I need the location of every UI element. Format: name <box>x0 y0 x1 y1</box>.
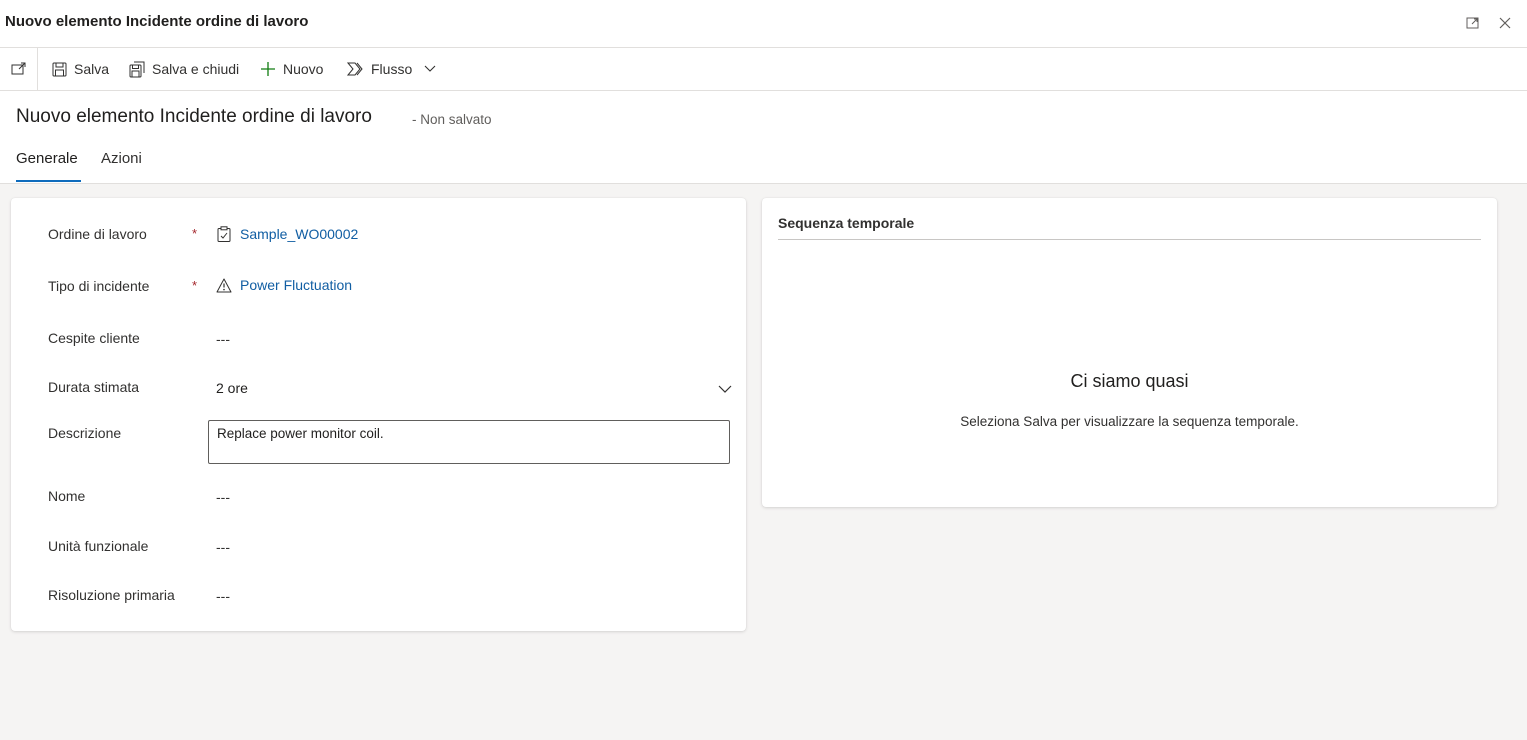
timeline-empty-text: Seleziona Salva per visualizzare la sequ… <box>960 414 1299 429</box>
functional-location-value[interactable]: --- <box>216 539 230 555</box>
title-bar: Nuovo elemento Incidente ordine di lavor… <box>0 0 1527 48</box>
save-close-icon <box>128 60 146 78</box>
required-indicator: * <box>192 226 198 241</box>
timeline-heading: Sequenza temporale <box>778 215 915 231</box>
plus-icon <box>259 60 277 78</box>
field-label-name: Nome <box>48 488 86 504</box>
save-label: Salva <box>74 61 110 77</box>
window-title: Nuovo elemento Incidente ordine di lavor… <box>5 13 309 30</box>
tab-generale[interactable]: Generale <box>16 150 78 167</box>
timeline-section: Sequenza temporale Ci siamo quasi Selezi… <box>762 198 1497 507</box>
close-icon[interactable] <box>1496 14 1514 32</box>
expand-icon[interactable] <box>1464 14 1482 32</box>
field-label-incident-type: Tipo di incidente <box>48 278 150 294</box>
chevron-down-icon[interactable] <box>424 65 436 73</box>
active-tab-indicator <box>16 180 81 182</box>
chevron-down-icon <box>718 381 732 397</box>
flow-icon <box>347 60 365 78</box>
save-and-close-label: Salva e chiudi <box>152 61 240 77</box>
work-order-lookup[interactable]: Sample_WO00002 <box>216 226 358 242</box>
primary-resolution-value[interactable]: --- <box>216 588 230 604</box>
open-in-new-window-icon[interactable] <box>0 48 38 90</box>
estimated-duration-value: 2 ore <box>216 380 248 396</box>
save-and-close-button[interactable]: Salva e chiudi <box>128 48 239 90</box>
field-label-functional-location: Unità funzionale <box>48 538 149 554</box>
field-label-customer-asset: Cespite cliente <box>48 330 140 346</box>
new-button[interactable]: Nuovo <box>259 48 323 90</box>
general-section: Ordine di lavoro * Sample_WO00002 Tipo d… <box>11 198 746 631</box>
timeline-empty-title: Ci siamo quasi <box>1070 371 1189 391</box>
field-label-primary-resolution: Risoluzione primaria <box>48 587 175 603</box>
description-textarea[interactable]: Replace power monitor coil. <box>208 420 730 464</box>
customer-asset-value[interactable]: --- <box>216 331 230 347</box>
save-icon <box>50 60 68 78</box>
record-header: Nuovo elemento Incidente ordine di lavor… <box>0 91 1527 184</box>
work-order-value: Sample_WO00002 <box>240 226 359 242</box>
timeline-divider <box>778 239 1481 240</box>
flow-button[interactable]: Flusso <box>347 48 436 90</box>
estimated-duration-select[interactable]: 2 ore <box>216 377 736 401</box>
record-title: Nuovo elemento Incidente ordine di lavor… <box>16 106 372 127</box>
field-label-work-order: Ordine di lavoro <box>48 226 147 242</box>
flow-label: Flusso <box>371 61 413 77</box>
required-indicator: * <box>192 278 198 293</box>
field-label-estimated-duration: Durata stimata <box>48 379 140 395</box>
save-status: - Non salvato <box>412 112 492 127</box>
warning-icon <box>216 277 232 293</box>
new-label: Nuovo <box>283 61 324 77</box>
save-button[interactable]: Salva <box>50 48 109 90</box>
incident-type-value: Power Fluctuation <box>240 277 353 293</box>
tab-azioni[interactable]: Azioni <box>101 150 142 167</box>
field-label-description: Descrizione <box>48 425 122 441</box>
work-order-icon <box>216 226 232 242</box>
name-value[interactable]: --- <box>216 489 230 505</box>
incident-type-lookup[interactable]: Power Fluctuation <box>216 277 352 293</box>
command-bar: Salva Salva e chiudi Nuovo Flusso <box>0 48 1527 91</box>
